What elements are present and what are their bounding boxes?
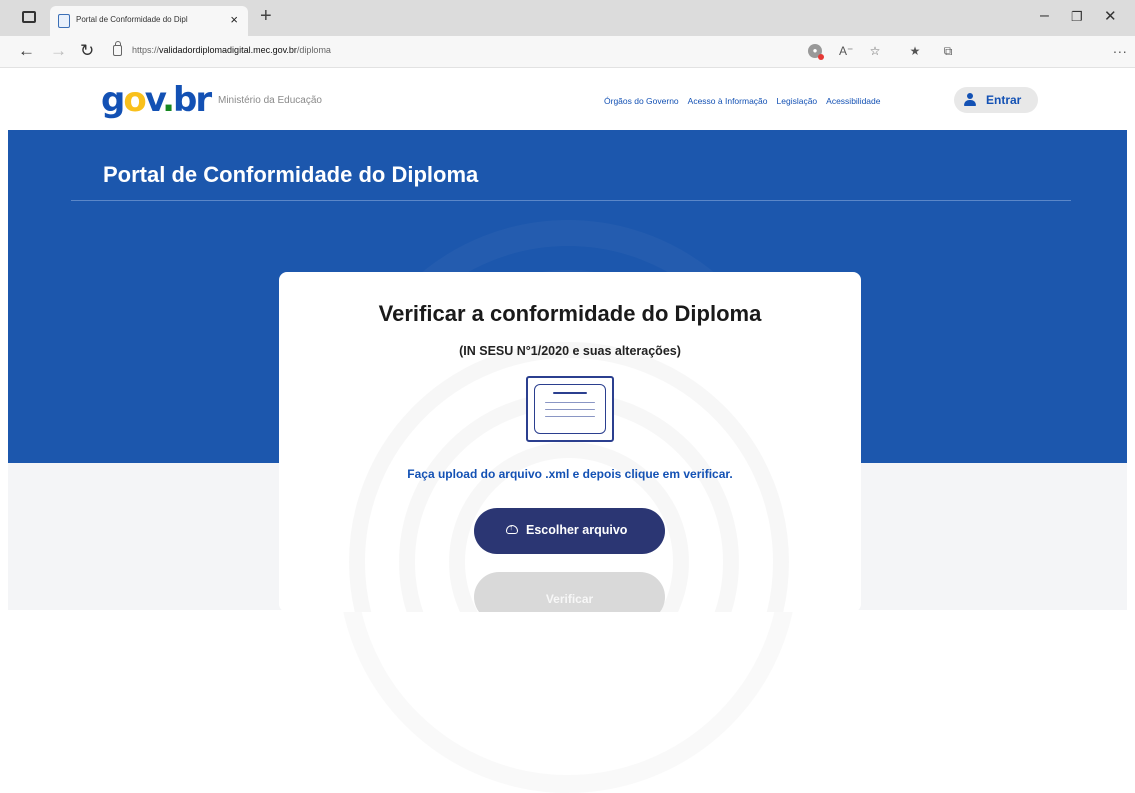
read-aloud-icon[interactable]: A⁻: [839, 44, 853, 58]
lock-icon[interactable]: [113, 41, 122, 56]
link-acesso-informacao[interactable]: Acesso à Informação: [688, 96, 768, 106]
tracking-blocked-icon[interactable]: ●: [808, 44, 824, 60]
add-favorite-icon[interactable]: ☆: [868, 44, 882, 58]
restore-window-icon[interactable]: ❐: [1071, 9, 1083, 25]
favorites-icon[interactable]: ★: [908, 44, 922, 58]
browser-tab[interactable]: Portal de Conformidade do Dipl ×: [50, 6, 248, 36]
diploma-line: [545, 402, 595, 403]
page-title: Portal de Conformidade do Diploma: [103, 162, 479, 187]
link-acessibilidade[interactable]: Acessibilidade: [826, 96, 880, 106]
site-header: gov.br Ministério da Educação Órgãos do …: [0, 68, 1135, 130]
forward-arrow-icon[interactable]: →: [50, 41, 67, 61]
reload-icon[interactable]: ↻: [80, 41, 94, 61]
url-field[interactable]: https://validadordiplomadigital.mec.gov.…: [132, 45, 331, 55]
ministry-name: Ministério da Educação: [218, 95, 322, 106]
card-title: Verificar a conformidade do Diploma: [378, 301, 762, 326]
url-prefix: https://: [132, 45, 160, 55]
more-options-icon[interactable]: ...: [1113, 40, 1128, 56]
login-button[interactable]: Entrar: [954, 87, 1038, 113]
link-orgaos-governo[interactable]: Órgãos do Governo: [604, 96, 679, 106]
login-label: Entrar: [986, 93, 1022, 107]
govbr-logo[interactable]: gov.br: [101, 80, 212, 120]
url-domain: validadordiplomadigital.mec.gov.br: [159, 45, 297, 55]
diploma-line: [545, 416, 595, 417]
tab-title: Portal de Conformidade do Dipl: [76, 15, 188, 24]
tab-close-icon[interactable]: ×: [230, 12, 238, 27]
cloud-upload-icon: [506, 523, 518, 534]
diploma-frame: [534, 384, 606, 434]
divider: [71, 200, 1071, 201]
card-subtitle: (IN SESU N°1/2020 e suas alterações): [459, 344, 681, 358]
user-icon: [964, 93, 976, 106]
browser-tab-bar: Portal de Conformidade do Dipl × + – ❐ ✕: [0, 0, 1135, 36]
diploma-icon: [526, 376, 614, 442]
upload-instruction: Faça upload do arquivo .xml e depois cli…: [407, 467, 733, 481]
verify-button[interactable]: Verificar: [474, 572, 665, 612]
new-tab-button[interactable]: +: [260, 5, 272, 28]
verify-label: Verificar: [545, 592, 594, 606]
address-bar: ← → ↻ https://validadordiplomadigital.me…: [0, 36, 1135, 68]
minimize-icon[interactable]: –: [1040, 7, 1049, 25]
collections-icon[interactable]: ⧉: [941, 44, 955, 58]
verification-card: Verificar a conformidade do Diploma (IN …: [279, 272, 861, 612]
close-window-icon[interactable]: ✕: [1104, 7, 1117, 25]
link-legislacao[interactable]: Legislação: [777, 96, 818, 106]
back-arrow-icon[interactable]: ←: [18, 41, 35, 61]
diploma-line: [553, 392, 587, 394]
tab-actions-icon[interactable]: [22, 11, 36, 23]
page-favicon-icon: [58, 14, 70, 28]
choose-file-label: Escolher arquivo: [526, 523, 628, 537]
url-path: /diploma: [296, 45, 331, 55]
header-links: Órgãos do Governo Acesso à Informação Le…: [604, 96, 881, 106]
diploma-line: [545, 409, 595, 410]
choose-file-button[interactable]: Escolher arquivo: [474, 508, 665, 554]
